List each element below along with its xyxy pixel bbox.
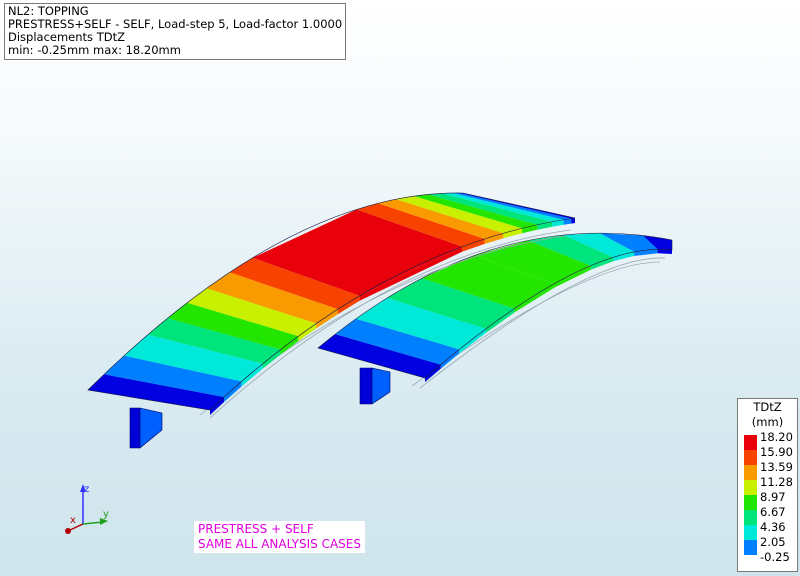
legend-title: TDtZ	[753, 400, 782, 414]
legend-swatch	[744, 510, 757, 525]
load-note-line2: SAME ALL ANALYSIS CASES	[198, 537, 362, 551]
legend-value: 6.67	[760, 505, 786, 519]
legend-value: 13.59	[760, 460, 793, 474]
legend-value: 2.05	[760, 535, 786, 549]
load-note: PRESTRESS + SELF SAME ALL ANALYSIS CASES	[194, 521, 366, 553]
model-viewport[interactable]: z x y	[0, 0, 800, 576]
legend-swatch	[744, 435, 757, 450]
beam-web	[129, 407, 141, 449]
slab-edge-band	[571, 218, 575, 224]
legend-value: 8.97	[760, 490, 786, 504]
axis-triad: z x y	[65, 484, 109, 534]
axis-y-label: y	[103, 509, 109, 520]
beam-group	[87, 192, 673, 449]
legend-value: -0.25	[760, 550, 790, 564]
axis-z-label: z	[84, 484, 89, 495]
axis-x-label: x	[70, 515, 76, 526]
legend-swatch	[744, 465, 757, 480]
legend-unit: (mm)	[751, 415, 784, 429]
legend-swatch	[744, 450, 757, 465]
legend-value: 15.90	[760, 445, 793, 459]
legend-value: 18.20	[760, 430, 793, 444]
beam-web-side	[371, 367, 391, 405]
legend-swatch	[744, 525, 757, 540]
load-note-line1: PRESTRESS + SELF	[198, 522, 314, 536]
legend-value: 11.28	[760, 475, 793, 489]
beam-web	[359, 367, 373, 405]
legend-value: 4.36	[760, 520, 786, 534]
color-legend: TDtZ (mm) 18.20 15.90 13.59 11.28 8.97 6.67 4.…	[737, 398, 798, 572]
legend-swatch	[744, 495, 757, 510]
legend-swatch	[744, 480, 757, 495]
beam-web-side	[139, 407, 163, 449]
legend-swatch	[744, 540, 757, 555]
